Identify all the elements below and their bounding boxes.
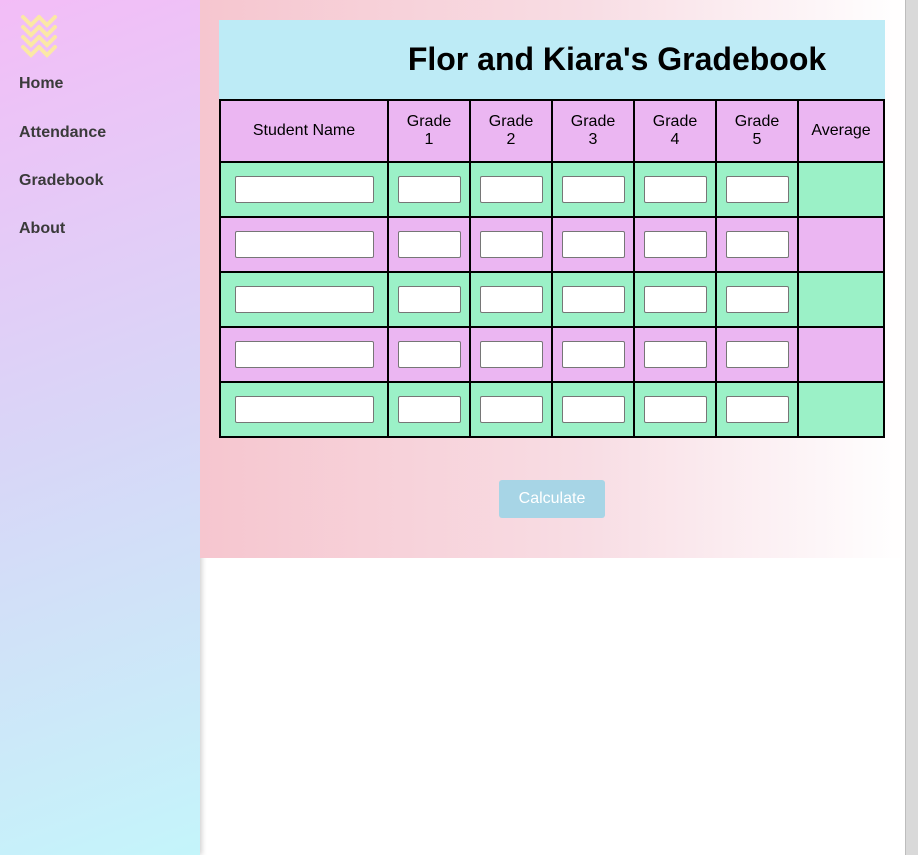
grade-cell: [633, 381, 717, 438]
student-name-input[interactable]: [234, 341, 374, 368]
average-cell: [797, 271, 885, 328]
grade-5-input[interactable]: [725, 341, 789, 368]
grade-cell: [469, 326, 553, 383]
grade-4-input[interactable]: [643, 231, 707, 258]
grade-cell: [469, 381, 553, 438]
grade-cell: [469, 216, 553, 273]
header-grade-1: Grade 1: [387, 99, 471, 163]
grade-4-input[interactable]: [643, 286, 707, 313]
header-student-name: Student Name: [219, 99, 389, 163]
grade-3-input[interactable]: [561, 286, 625, 313]
title-banner: Flor and Kiara's Gradebook: [219, 20, 885, 99]
grade-cell: [633, 326, 717, 383]
grade-2-input[interactable]: [479, 176, 543, 203]
student-name-input[interactable]: [234, 231, 374, 258]
sidebar: Home Attendance Gradebook About: [0, 0, 200, 855]
grade-4-input[interactable]: [643, 341, 707, 368]
gradebook-table: Student Name Grade 1 Grade 2 Grade 3 Gra…: [219, 99, 885, 438]
grade-1-input[interactable]: [397, 396, 461, 423]
header-grade-5: Grade 5: [715, 99, 799, 163]
main-content: Flor and Kiara's Gradebook Student Name …: [200, 0, 905, 558]
grade-1-input[interactable]: [397, 231, 461, 258]
grade-cell: [715, 381, 799, 438]
average-cell: [797, 381, 885, 438]
header-grade-3-label: Grade 3: [570, 113, 616, 148]
grade-cell: [633, 271, 717, 328]
student-name-input[interactable]: [234, 286, 374, 313]
grade-2-input[interactable]: [479, 286, 543, 313]
grade-1-input[interactable]: [397, 176, 461, 203]
header-grade-2: Grade 2: [469, 99, 553, 163]
grade-cell: [715, 216, 799, 273]
grade-2-input[interactable]: [479, 341, 543, 368]
grade-4-input[interactable]: [643, 396, 707, 423]
grade-2-input[interactable]: [479, 396, 543, 423]
grade-5-input[interactable]: [725, 231, 789, 258]
student-name-cell: [219, 216, 389, 273]
grade-5-input[interactable]: [725, 396, 789, 423]
grade-2-input[interactable]: [479, 231, 543, 258]
header-average: Average: [797, 99, 885, 163]
grade-5-input[interactable]: [725, 286, 789, 313]
grade-3-input[interactable]: [561, 176, 625, 203]
nav-attendance[interactable]: Attendance: [19, 124, 106, 142]
average-cell: [797, 161, 885, 218]
header-grade-4: Grade 4: [633, 99, 717, 163]
grade-5-input[interactable]: [725, 176, 789, 203]
table-row: [219, 271, 885, 328]
page-title: Flor and Kiara's Gradebook: [407, 41, 827, 77]
grade-cell: [551, 381, 635, 438]
grade-3-input[interactable]: [561, 231, 625, 258]
grade-cell: [715, 326, 799, 383]
header-grade-1-label: Grade 1: [406, 113, 452, 148]
grade-cell: [715, 271, 799, 328]
grade-3-input[interactable]: [561, 396, 625, 423]
student-name-input[interactable]: [234, 176, 374, 203]
table-row: [219, 326, 885, 383]
chevrons-down-logo-icon[interactable]: [20, 14, 60, 62]
header-grade-2-label: Grade 2: [488, 113, 534, 148]
student-name-cell: [219, 326, 389, 383]
grade-cell: [551, 326, 635, 383]
grade-cell: [469, 271, 553, 328]
grade-cell: [387, 271, 471, 328]
average-cell: [797, 326, 885, 383]
grade-cell: [715, 161, 799, 218]
table-row: [219, 161, 885, 218]
grade-cell: [551, 216, 635, 273]
nav-home[interactable]: Home: [19, 75, 63, 93]
header-grade-3: Grade 3: [551, 99, 635, 163]
nav-about[interactable]: About: [19, 220, 65, 238]
header-grade-4-label: Grade 4: [652, 113, 698, 148]
table-row: [219, 216, 885, 273]
scrollbar-track[interactable]: [905, 0, 918, 855]
table-row: [219, 381, 885, 438]
scrollbar-edge: [905, 0, 906, 855]
nav-gradebook[interactable]: Gradebook: [19, 172, 103, 190]
grade-cell: [551, 161, 635, 218]
student-name-input[interactable]: [234, 396, 374, 423]
grade-cell: [387, 216, 471, 273]
grade-1-input[interactable]: [397, 286, 461, 313]
grade-cell: [633, 161, 717, 218]
grade-cell: [387, 161, 471, 218]
grade-cell: [551, 271, 635, 328]
table-header-row: Student Name Grade 1 Grade 2 Grade 3 Gra…: [219, 99, 885, 163]
grade-4-input[interactable]: [643, 176, 707, 203]
student-name-cell: [219, 161, 389, 218]
grade-3-input[interactable]: [561, 341, 625, 368]
student-name-cell: [219, 271, 389, 328]
student-name-cell: [219, 381, 389, 438]
calculate-button[interactable]: Calculate: [499, 480, 605, 518]
grade-cell: [387, 381, 471, 438]
header-grade-5-label: Grade 5: [734, 113, 780, 148]
grade-1-input[interactable]: [397, 341, 461, 368]
grade-cell: [633, 216, 717, 273]
grade-cell: [469, 161, 553, 218]
grade-cell: [387, 326, 471, 383]
average-cell: [797, 216, 885, 273]
